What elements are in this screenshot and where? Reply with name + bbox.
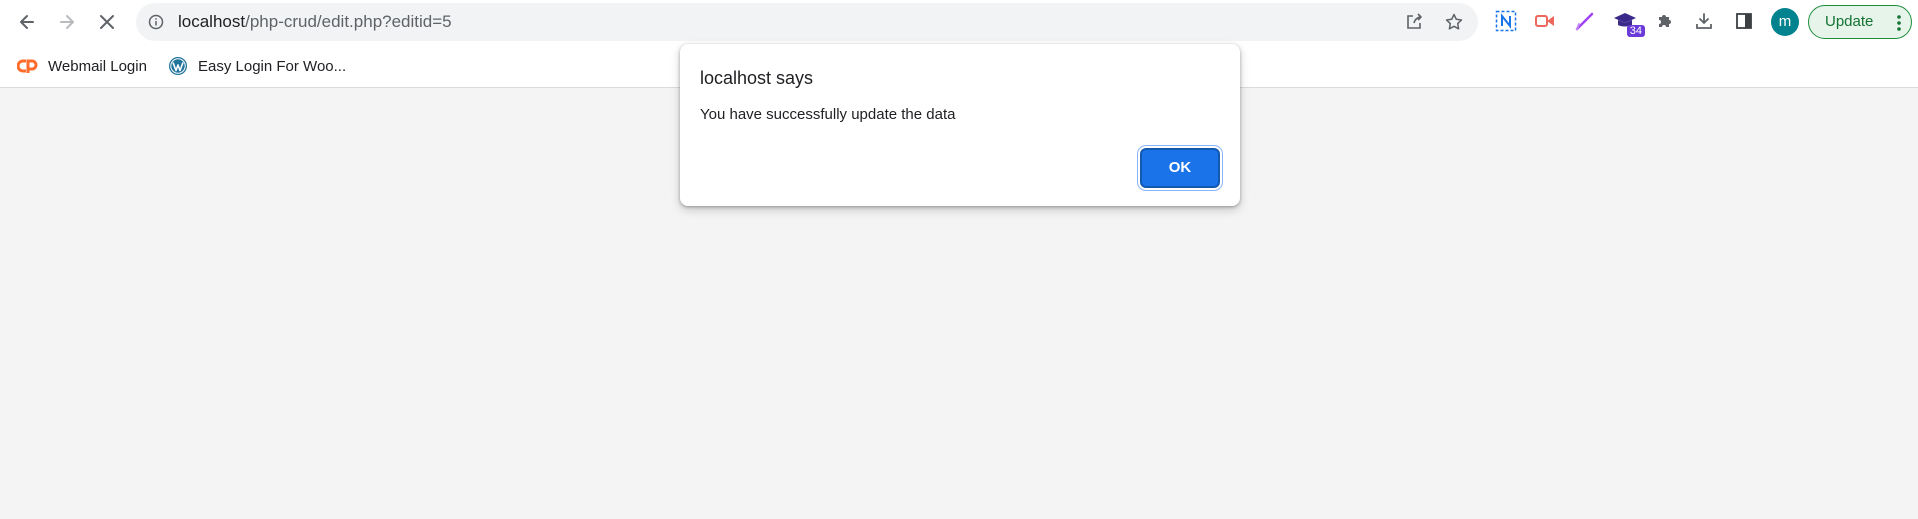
share-icon[interactable] [1404,12,1424,32]
profile-avatar[interactable]: m [1771,8,1799,36]
wordpress-icon [167,55,189,77]
pen-extension-icon[interactable] [1573,9,1597,33]
url-text[interactable]: localhost/php-crud/edit.php?editid=5 [178,13,452,31]
extension-badge: 34 [1626,25,1645,37]
bookmark-easy-login[interactable]: Easy Login For Woo... [167,55,346,77]
dialog-title: localhost says [700,68,814,88]
bookmark-label: Webmail Login [48,57,147,75]
update-label: Update [1825,13,1874,30]
info-icon[interactable] [148,14,164,30]
bookmark-webmail-login[interactable]: Webmail Login [17,55,147,77]
side-panel-icon[interactable] [1732,9,1756,33]
close-icon [100,15,114,29]
update-button[interactable]: Update [1808,5,1912,39]
download-icon[interactable] [1692,9,1716,33]
arrow-right-icon [60,15,74,29]
back-button[interactable] [11,6,43,38]
graduation-cap-extension-icon[interactable]: 34 [1613,9,1645,37]
puzzle-icon[interactable] [1653,9,1677,33]
star-icon[interactable] [1444,12,1464,32]
cpanel-icon [17,55,39,77]
bookmark-label: Easy Login For Woo... [198,57,347,75]
notion-extension-icon[interactable] [1494,9,1518,33]
alert-dialog: localhost says You have successfully upd… [680,44,1240,206]
url-host: localhost [178,12,246,31]
stop-loading-button[interactable] [91,6,123,38]
record-extension-icon[interactable] [1533,9,1557,33]
url-path: /php-crud/edit.php?editid=5 [245,12,452,31]
arrow-left-icon [20,15,34,29]
browser-toolbar: localhost/php-crud/edit.php?editid=5 34 … [0,0,1918,44]
address-bar[interactable]: localhost/php-crud/edit.php?editid=5 [136,3,1478,41]
forward-button[interactable] [51,6,83,38]
kebab-menu-icon [1897,15,1901,31]
ok-button[interactable]: OK [1140,148,1220,188]
dialog-message: You have successfully update the data [700,106,956,123]
